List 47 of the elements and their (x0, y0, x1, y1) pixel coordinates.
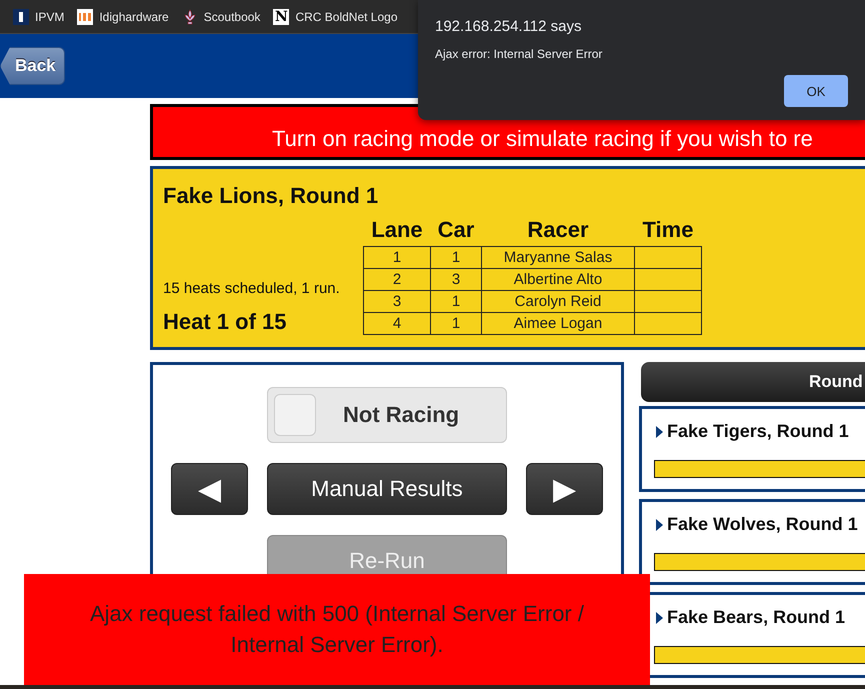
table-cell: 1 (430, 312, 482, 334)
ok-button[interactable]: OK (784, 75, 848, 107)
heats-scheduled-text: 15 heats scheduled, 1 run. (163, 280, 341, 297)
dialog-title: 192.168.254.112 says (435, 18, 583, 35)
caret-right-icon (654, 424, 664, 438)
table-cell: Maryanne Salas (482, 246, 634, 268)
bookmark-favicon-icon: N (273, 8, 290, 24)
table-cell: Aimee Logan (482, 312, 634, 334)
dialog-message: Ajax error: Internal Server Error (435, 47, 604, 61)
caret-right-icon (654, 610, 664, 624)
table-cell (634, 312, 702, 334)
caret-right-icon (654, 518, 664, 532)
heat-round-title: Fake Lions, Round 1 (163, 183, 380, 209)
table-cell (634, 246, 702, 268)
table-cell: 3 (430, 268, 482, 290)
table-cell: 1 (430, 290, 482, 312)
bookmark-link[interactable]: IPVM (13, 8, 64, 24)
column-header: Racer (482, 217, 634, 246)
column-header: Time (634, 217, 702, 246)
table-cell: Carolyn Reid (482, 290, 634, 312)
bookmark-link[interactable]: Idighardware (77, 8, 169, 24)
bookmark-link[interactable]: N CRC BoldNet Logo (273, 8, 398, 24)
table-cell: 4 (364, 312, 430, 334)
column-header: Car (430, 217, 482, 246)
table-cell: Albertine Alto (482, 268, 634, 290)
table-cell: 3 (364, 290, 430, 312)
previous-heat-button[interactable]: ◀ (171, 463, 248, 515)
round-toggle[interactable]: Fake Wolves, Round 1 (654, 514, 865, 535)
heat-number: Heat 1 of 15 (163, 309, 288, 335)
table-cell (634, 290, 702, 312)
bookmark-link[interactable]: Scoutbook (182, 8, 260, 24)
racing-toggle[interactable]: Not Racing (267, 387, 507, 443)
manual-results-button[interactable]: Manual Results (267, 463, 507, 515)
round-toggle[interactable]: Fake Tigers, Round 1 (654, 421, 865, 442)
bookmark-favicon-icon (77, 8, 94, 24)
round-toggle[interactable]: Fake Bears, Round 1 (654, 607, 865, 628)
back-button[interactable]: Back (0, 47, 65, 85)
error-toast: Ajax request failed with 500 (Internal Server Error / Internal Server Error). (24, 574, 650, 685)
fleur-de-lis-icon (182, 8, 198, 24)
next-heat-button[interactable]: ▶ (526, 463, 603, 515)
bookmark-favicon-icon (13, 8, 29, 24)
table-cell (634, 268, 702, 290)
table-cell: 1 (364, 246, 430, 268)
table-cell: 1 (430, 246, 482, 268)
rounds-header: Round (641, 362, 865, 402)
column-header: Lane (364, 217, 430, 246)
table-cell: 2 (364, 268, 430, 290)
